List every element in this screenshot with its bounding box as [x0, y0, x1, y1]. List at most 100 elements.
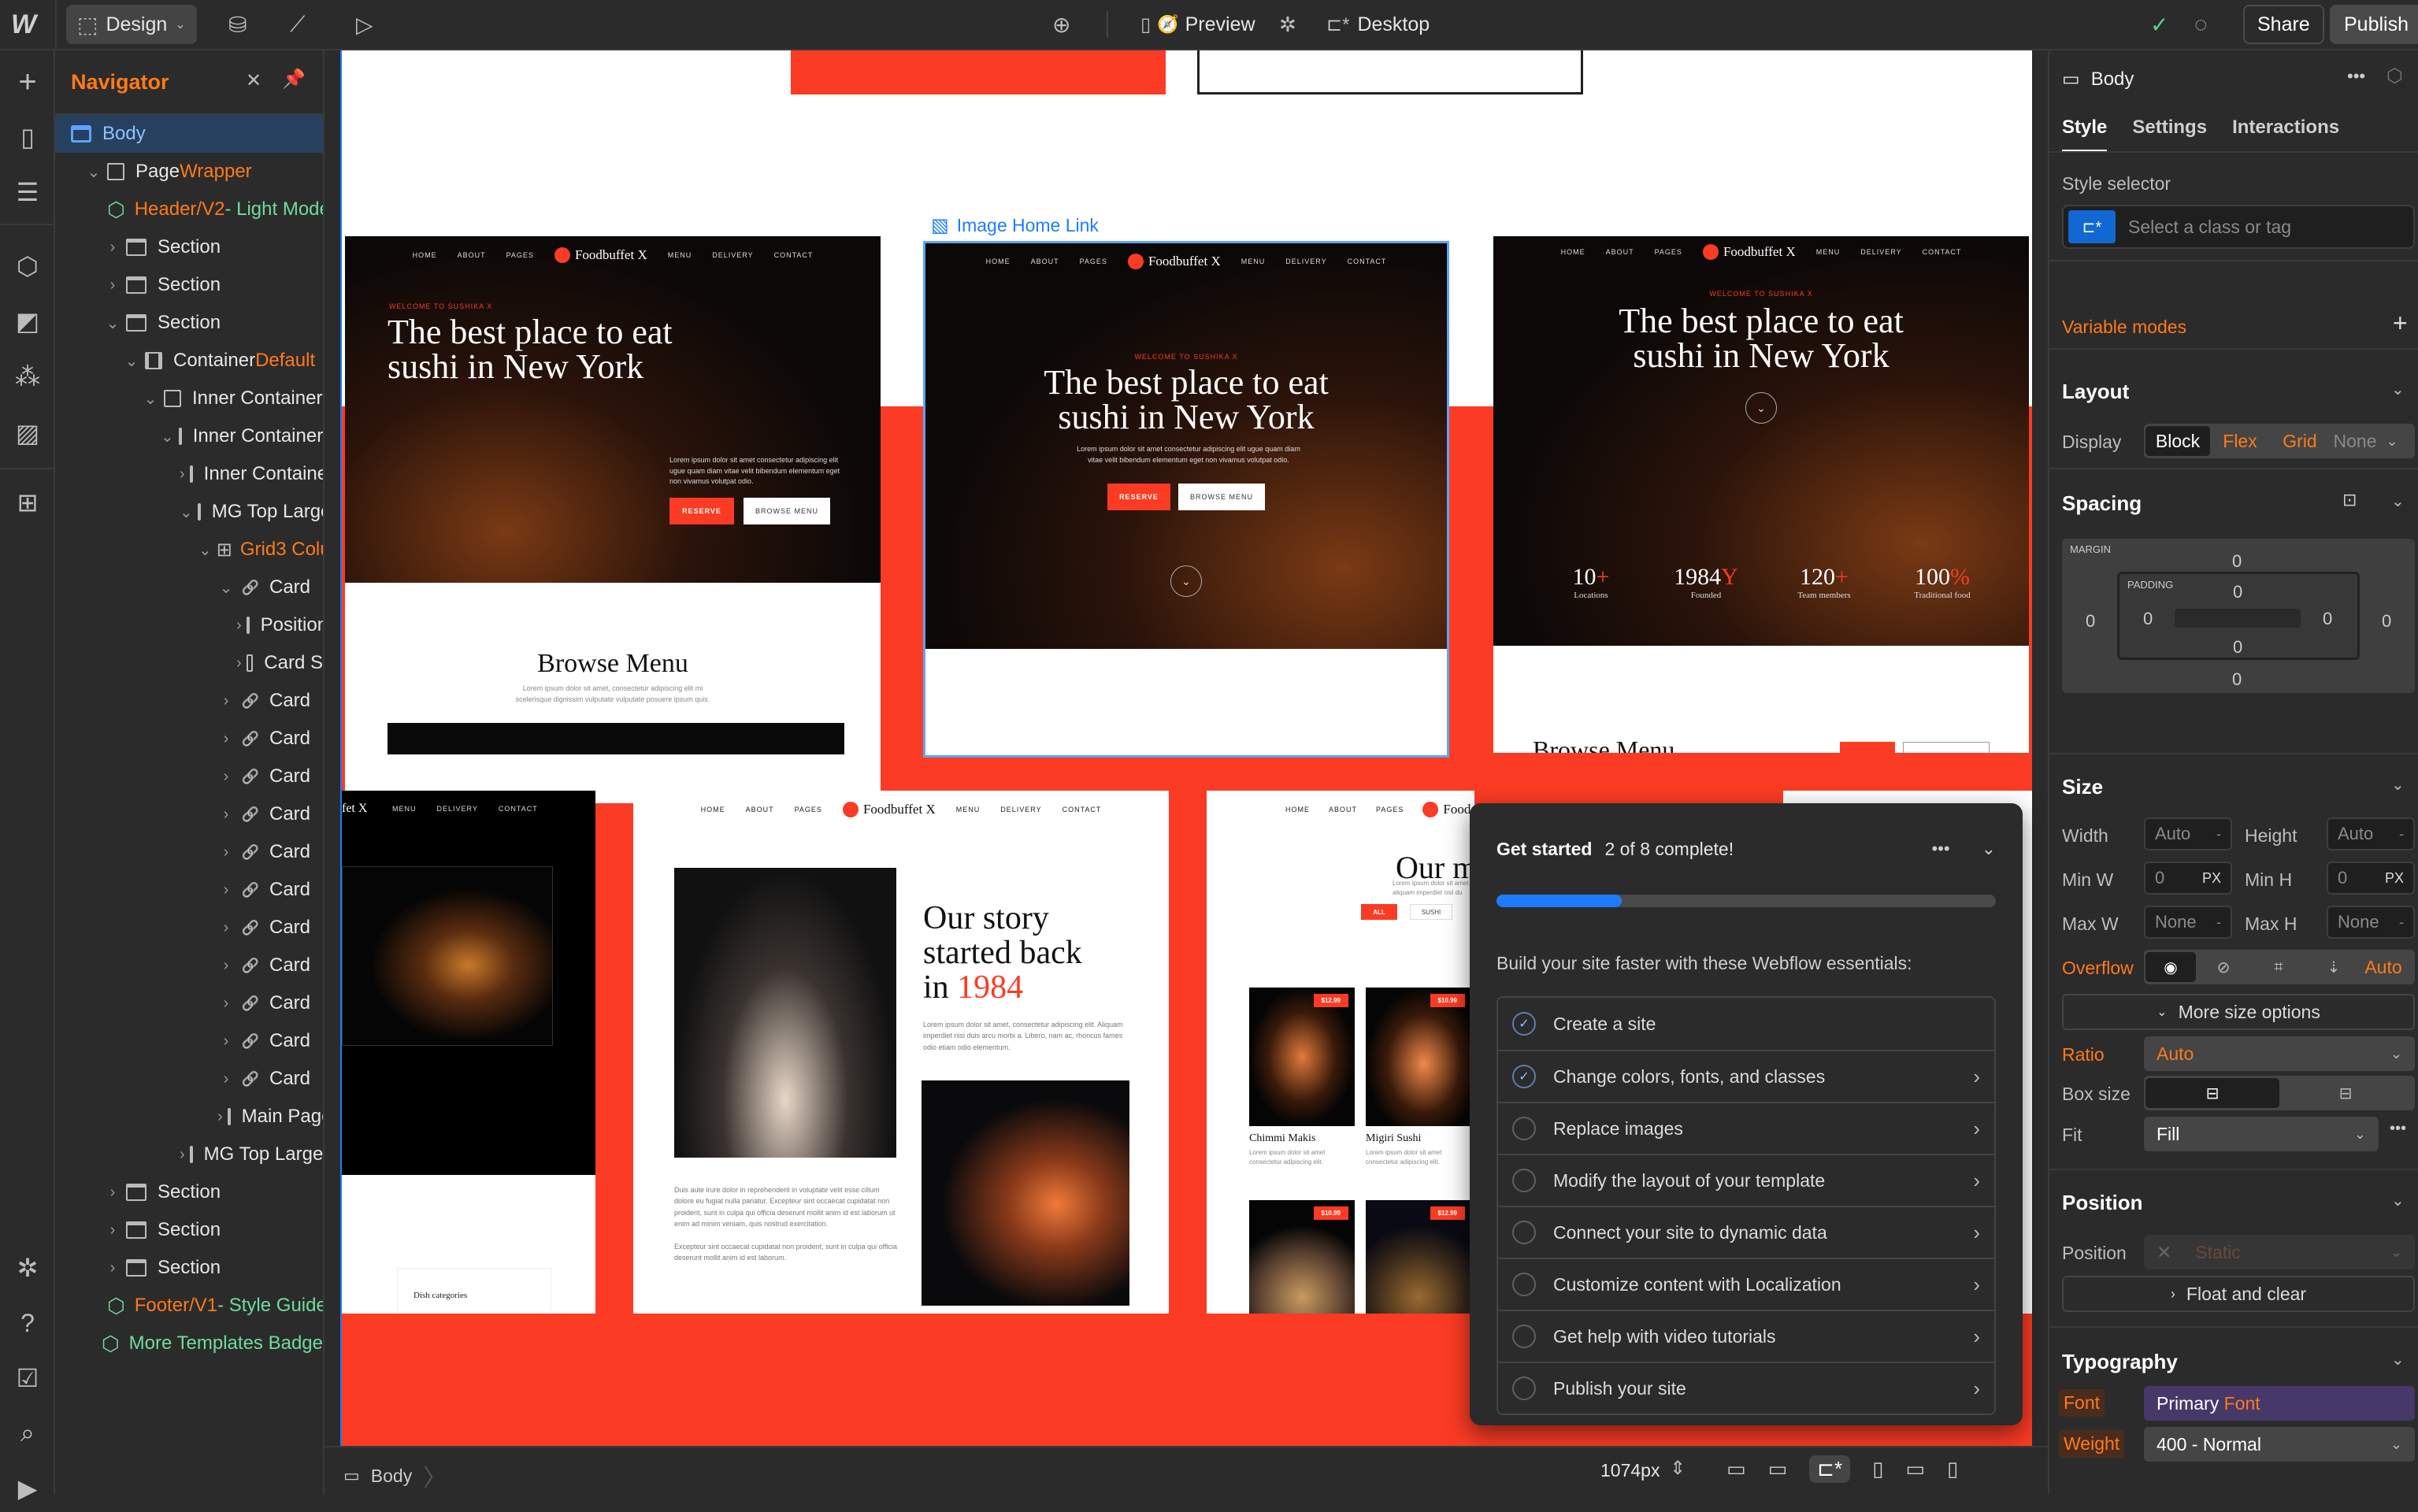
fit-dropdown[interactable]: Fill ⌄	[2144, 1117, 2379, 1151]
navigator-item[interactable]: › 🔗 Card	[55, 758, 323, 795]
settings-gear-icon[interactable]: ✲	[1279, 0, 1296, 49]
overflow-scroll-icon[interactable]: ⇣	[2306, 952, 2361, 982]
more-options-icon[interactable]: •••	[2390, 1120, 2406, 1138]
collapse-chevron-icon[interactable]: ⌄	[1982, 839, 1996, 859]
chevron-down-icon[interactable]: ⌄	[180, 502, 193, 522]
checklist-item[interactable]: ✓ Create a site	[1498, 998, 1994, 1050]
navigator-item[interactable]: › Section	[55, 266, 323, 304]
chevron-down-icon[interactable]: ⌄	[2391, 1350, 2405, 1369]
template-card[interactable]: HOME ABOUT PAGES Food Our menu Lorem ips…	[1207, 791, 1474, 1314]
chevron-right-icon[interactable]: ›	[217, 806, 235, 824]
help-ai-icon[interactable]: ?	[0, 1299, 55, 1347]
variables-drops-icon[interactable]: ⁂	[0, 353, 55, 400]
template-card[interactable]: fet X MENU DELIVERY CONTACT Dish categor…	[342, 791, 595, 1314]
style-selectors-icon[interactable]: ◩	[0, 298, 55, 345]
navigator-item[interactable]: › 🔗 Card	[55, 833, 323, 871]
navigator-item[interactable]: ⌄ MG Top Large	[55, 493, 323, 531]
breakpoint-large-icon[interactable]: ▭	[1768, 1457, 1788, 1481]
mode-switcher-button[interactable]: ⬚ Design ⌄	[66, 5, 197, 44]
ratio-dropdown[interactable]: Auto ⌄	[2144, 1036, 2415, 1071]
navigator-item[interactable]: ⌄ 🔗 Card	[55, 569, 323, 606]
chevron-right-icon[interactable]: ›	[180, 465, 185, 484]
chevron-right-icon[interactable]: ›	[217, 995, 235, 1013]
apps-icon[interactable]: ⊞	[0, 479, 55, 526]
navigator-item[interactable]: ⌄⊞ Grid 3 Columns	[55, 531, 323, 569]
chevron-down-icon[interactable]: ⌄	[2391, 491, 2405, 511]
play-icon[interactable]: ▷	[356, 0, 373, 49]
chevron-down-icon[interactable]: ⌄	[104, 313, 121, 333]
min-height-input[interactable]: 0 PX	[2327, 862, 2415, 895]
add-variable-mode-icon[interactable]: +	[2393, 309, 2408, 338]
checklist-item[interactable]: ✓ Change colors, fonts, and classes ›	[1498, 1050, 1994, 1102]
webflow-logo[interactable]: W	[11, 0, 36, 49]
globe-icon[interactable]: ⊕	[1052, 0, 1070, 49]
chevron-down-icon[interactable]: ⌄	[2391, 380, 2405, 399]
padding-bottom-value[interactable]: 0	[2233, 637, 2242, 658]
position-dropdown[interactable]: ✕ Static ⌄	[2144, 1235, 2415, 1269]
more-size-options-button[interactable]: ⌄ More size options	[2062, 994, 2415, 1030]
content-box-icon[interactable]: ⊟	[2279, 1078, 2412, 1108]
template-card[interactable]: HOME ABOUT PAGES Foodbuffet X MENU DELIV…	[1493, 236, 2029, 753]
chevron-right-icon[interactable]: ›	[104, 1221, 121, 1240]
navigator-item[interactable]: › 🔗 Card	[55, 871, 323, 909]
chevron-right-icon[interactable]: ›	[217, 1108, 223, 1126]
navigator-item[interactable]: › 🔗 Card	[55, 682, 323, 720]
navigator-item[interactable]: › 🔗 Card	[55, 909, 323, 947]
chevron-down-icon[interactable]: ⌄	[217, 578, 235, 598]
navigator-item[interactable]: › Inner Container	[55, 455, 323, 493]
chevron-right-icon[interactable]: ›	[217, 730, 235, 748]
chevron-right-icon[interactable]: ›	[217, 919, 235, 937]
assets-image-icon[interactable]: ▨	[0, 410, 55, 457]
checklist-item[interactable]: Connect your site to dynamic data ›	[1498, 1206, 1994, 1258]
navigator-item[interactable]: ⌄ Container Default	[55, 342, 323, 380]
navigator-item[interactable]: ⌄ Page Wrapper	[55, 153, 323, 191]
more-options-icon[interactable]: •••	[2347, 66, 2365, 87]
chevron-right-icon[interactable]: ›	[217, 768, 235, 786]
overflow-scroll-crop-icon[interactable]: ⌗	[2251, 952, 2306, 982]
margin-bottom-value[interactable]: 0	[2232, 669, 2242, 690]
margin-left-value[interactable]: 0	[2086, 611, 2095, 632]
max-height-input[interactable]: None -	[2327, 906, 2415, 939]
margin-right-value[interactable]: 0	[2382, 611, 2391, 632]
navigator-item[interactable]: › 🔗 Card	[55, 947, 323, 984]
breakpoint-tablet-icon[interactable]: ▯	[1872, 1457, 1883, 1481]
padding-top-value[interactable]: 0	[2233, 582, 2242, 602]
width-input[interactable]: Auto -	[2144, 817, 2232, 850]
add-elements-icon[interactable]: +	[0, 58, 55, 106]
overflow-visible-eye-icon[interactable]: ◉	[2145, 952, 2196, 982]
navigator-item[interactable]: › Section	[55, 1211, 323, 1249]
checklist-item[interactable]: Customize content with Localization ›	[1498, 1258, 1994, 1310]
navigator-item[interactable]: › Section	[55, 1249, 323, 1287]
share-button[interactable]: Share	[2243, 5, 2324, 44]
chevron-right-icon[interactable]: ›	[104, 276, 121, 295]
chevron-right-icon[interactable]: ›	[236, 617, 242, 635]
pin-icon[interactable]: 📌	[282, 68, 306, 91]
chevron-right-icon[interactable]: ›	[217, 1032, 235, 1051]
navigator-item[interactable]: Body	[55, 115, 323, 153]
publish-button[interactable]: Publish	[2330, 5, 2418, 44]
video-tutorials-icon[interactable]: ▶	[0, 1465, 55, 1512]
chevron-down-icon[interactable]: ⌄	[85, 162, 102, 182]
more-options-icon[interactable]: •••	[1931, 839, 1949, 859]
chevron-right-icon[interactable]: ›	[180, 1146, 185, 1164]
float-and-clear-button[interactable]: › Float and clear	[2062, 1276, 2415, 1312]
comments-icon[interactable]: ◌	[2194, 0, 2208, 49]
collapse-all-icon[interactable]: ✕	[246, 69, 261, 92]
border-box-icon[interactable]: ⊟	[2145, 1078, 2279, 1108]
audit-checkbox-icon[interactable]: ☑	[0, 1354, 55, 1402]
checklist-item[interactable]: Get help with video tutorials ›	[1498, 1310, 1994, 1362]
create-component-icon[interactable]: ⬡	[2386, 65, 2403, 87]
chevron-down-icon[interactable]: ⌄	[161, 427, 174, 447]
chevron-right-icon[interactable]: ›	[217, 843, 235, 862]
chevron-down-icon[interactable]: ⌄	[142, 389, 159, 409]
display-block[interactable]: Block	[2145, 426, 2210, 456]
navigator-item[interactable]: › MG Top Large	[55, 1136, 323, 1173]
preview-button[interactable]: ▯ 🧭 Preview	[1140, 0, 1255, 49]
navigator-item[interactable]: › Card S	[55, 644, 323, 682]
resize-height-icon[interactable]: ⇕	[1670, 1457, 1686, 1480]
chevron-right-icon[interactable]: ›	[217, 957, 235, 975]
navigator-item[interactable]: › 🔗 Card	[55, 720, 323, 758]
navigator-item[interactable]: ⬡ More Templates Badge	[55, 1325, 323, 1362]
components-icon[interactable]: ⬡	[0, 243, 55, 290]
breadcrumb[interactable]: ▭ Body 〉	[343, 1458, 447, 1493]
